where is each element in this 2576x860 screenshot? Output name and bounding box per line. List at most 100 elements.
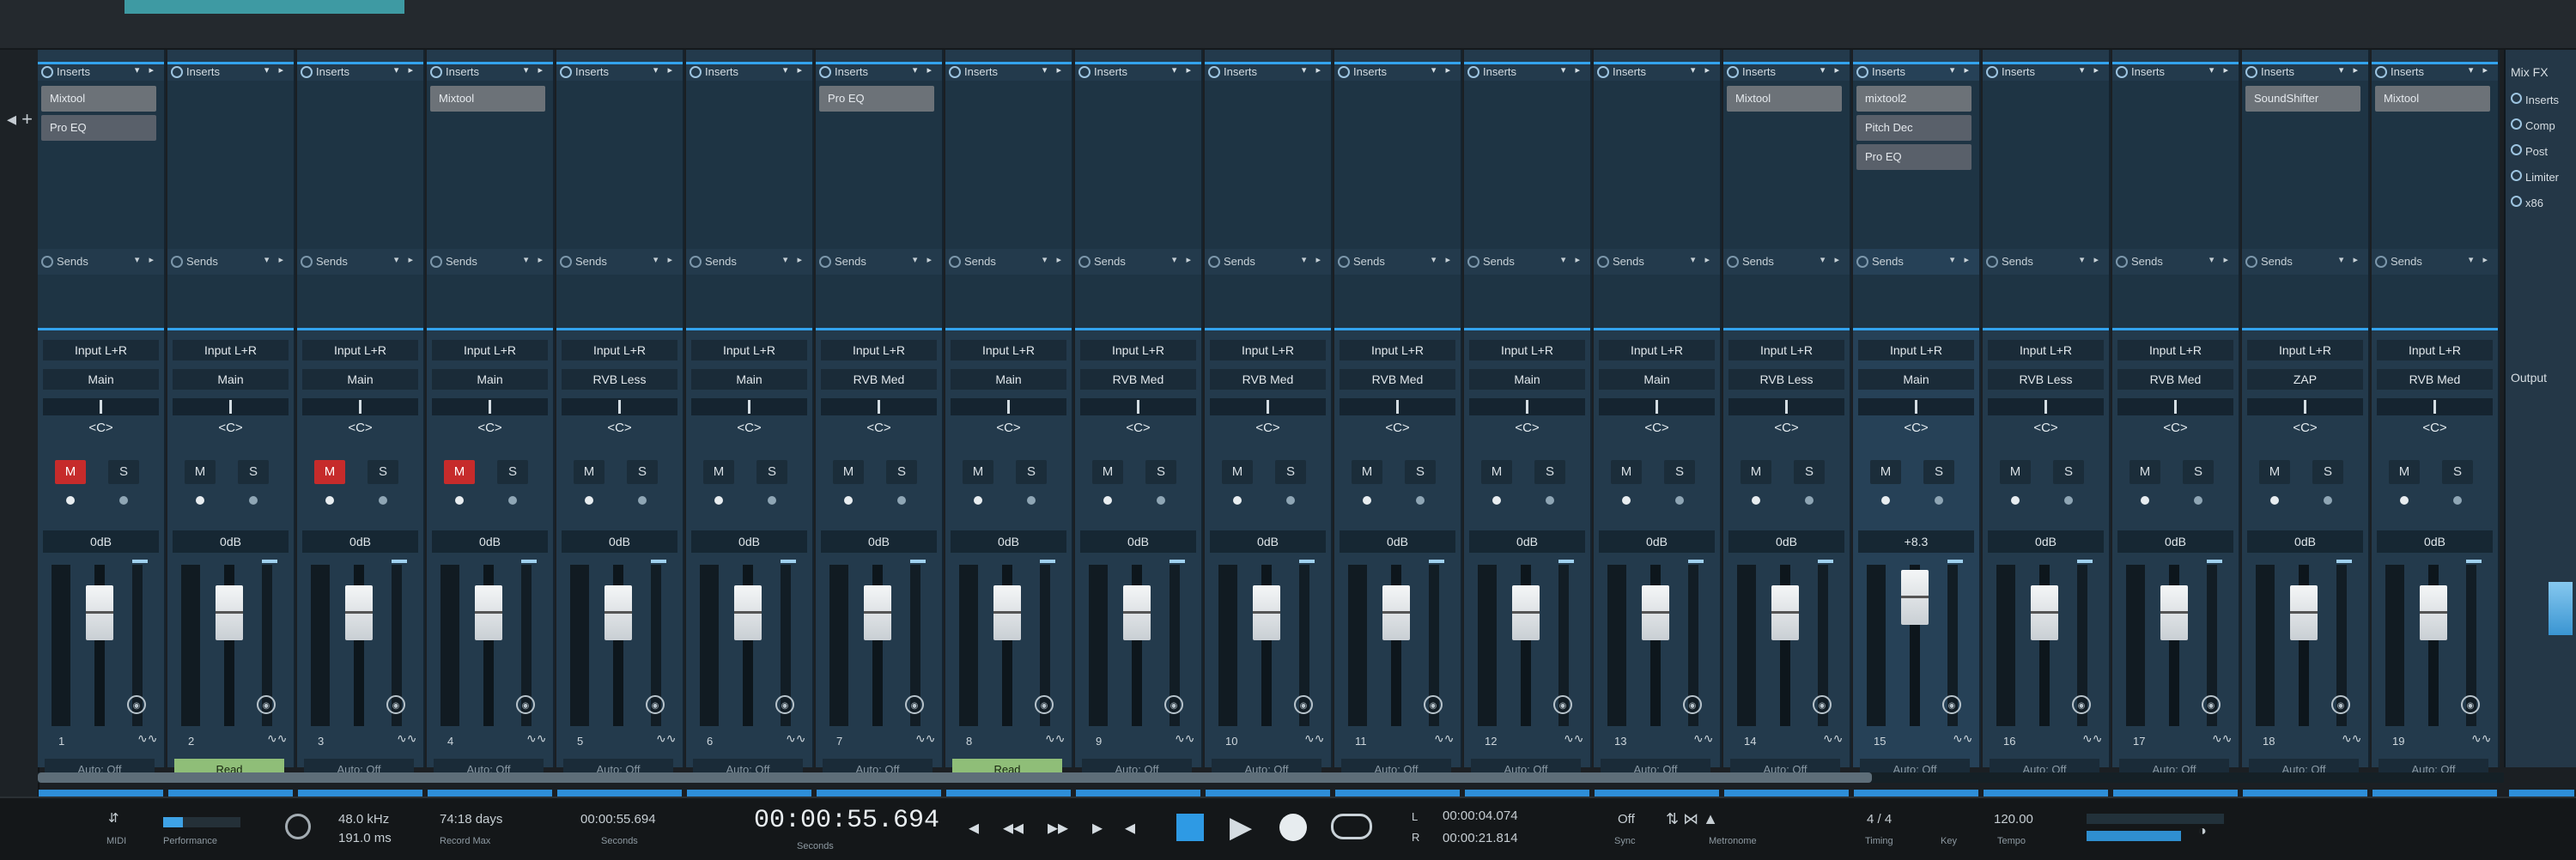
primary-time-unit[interactable]: Seconds	[797, 841, 834, 851]
inserts-header[interactable]: Inserts ▾ ▸	[2242, 62, 2368, 78]
inserts-rack[interactable]	[1594, 81, 1720, 249]
eq-icon[interactable]: ◉	[1164, 695, 1183, 714]
eq-icon[interactable]: ◉	[775, 695, 794, 714]
volume-value[interactable]: 0dB	[43, 530, 159, 553]
input-select[interactable]: Input L+R	[2377, 340, 2493, 360]
power-icon[interactable]	[819, 66, 831, 78]
waveform-icon[interactable]: ∿∿	[1564, 731, 1583, 746]
volume-value[interactable]: 0dB	[562, 530, 677, 553]
sends-header[interactable]: Sends ▾ ▸	[297, 254, 423, 268]
inserts-header[interactable]: Inserts ▾ ▸	[556, 62, 683, 78]
volume-fader[interactable]	[475, 585, 502, 640]
input-select[interactable]: Input L+R	[1988, 340, 2104, 360]
volume-value[interactable]: 0dB	[951, 530, 1066, 553]
sends-rack[interactable]	[1464, 275, 1590, 330]
sync-value[interactable]: Off	[1618, 812, 1635, 827]
output-select[interactable]: Main	[951, 369, 1066, 390]
monitor-icon[interactable]	[2453, 496, 2462, 505]
monitor-icon[interactable]	[1286, 496, 1295, 505]
insert-plugin-slot[interactable]: Mixtool	[1727, 86, 1842, 112]
eq-icon[interactable]: ◉	[1424, 695, 1443, 714]
waveform-icon[interactable]: ∿∿	[526, 731, 546, 746]
volume-value[interactable]: 0dB	[2247, 530, 2363, 553]
output-select[interactable]: Main	[302, 369, 418, 390]
inserts-rack[interactable]	[1464, 81, 1590, 249]
arrow-icon[interactable]: ▾ ▸	[913, 254, 935, 265]
rewind-icon[interactable]: ◂◂	[1003, 815, 1024, 840]
pan-slider[interactable]	[1469, 398, 1585, 415]
monitor-icon[interactable]	[768, 496, 776, 505]
eq-icon[interactable]: ◉	[1553, 695, 1572, 714]
return-to-zero-icon[interactable]: ◂	[969, 815, 979, 840]
input-select[interactable]: Input L+R	[2247, 340, 2363, 360]
inserts-header[interactable]: Inserts ▾ ▸	[2112, 62, 2239, 78]
record-arm-icon[interactable]	[974, 496, 982, 505]
mute-button[interactable]: M	[1870, 460, 1901, 484]
volume-fader[interactable]	[1901, 570, 1929, 625]
insert-plugin-slot[interactable]: Pitch Dec	[1856, 115, 1971, 141]
power-icon[interactable]	[1727, 256, 1739, 268]
sends-rack[interactable]	[1075, 275, 1201, 330]
solo-button[interactable]: S	[2183, 460, 2214, 484]
power-icon[interactable]	[430, 256, 442, 268]
inserts-rack[interactable]	[945, 81, 1072, 249]
sends-rack[interactable]	[816, 275, 942, 330]
volume-fader[interactable]	[993, 585, 1021, 640]
main-insert-slot[interactable]: Post	[2511, 142, 2576, 161]
arrow-icon[interactable]: ▾ ▸	[1302, 64, 1324, 76]
output-select[interactable]: Main	[43, 369, 159, 390]
sends-rack[interactable]	[427, 275, 553, 330]
inserts-rack[interactable]	[1205, 81, 1331, 249]
inserts-rack[interactable]	[1075, 81, 1201, 249]
arrow-icon[interactable]: ▾ ▸	[1042, 254, 1065, 265]
record-arm-icon[interactable]	[2400, 496, 2409, 505]
power-icon[interactable]	[1467, 256, 1479, 268]
volume-value[interactable]: 0dB	[1728, 530, 1844, 553]
volume-fader[interactable]	[2031, 585, 2058, 640]
eq-icon[interactable]: ◉	[1035, 695, 1054, 714]
power-icon[interactable]	[1338, 66, 1350, 78]
waveform-icon[interactable]: ∿∿	[1823, 731, 1843, 746]
mute-button[interactable]: M	[1352, 460, 1382, 484]
power-icon[interactable]	[2375, 256, 2387, 268]
arrow-icon[interactable]: ▾ ▸	[783, 254, 805, 265]
loop-end[interactable]: 00:00:21.814	[1443, 831, 1518, 845]
input-select[interactable]: Input L+R	[2117, 340, 2233, 360]
eq-icon[interactable]: ◉	[1683, 695, 1702, 714]
power-icon[interactable]	[2116, 66, 2128, 78]
monitor-icon[interactable]	[2324, 496, 2332, 505]
record-arm-icon[interactable]	[1752, 496, 1760, 505]
monitor-icon[interactable]	[1546, 496, 1554, 505]
record-arm-icon[interactable]	[1492, 496, 1501, 505]
volume-value[interactable]: 0dB	[1080, 530, 1196, 553]
input-select[interactable]: Input L+R	[1858, 340, 1974, 360]
power-icon[interactable]	[1597, 256, 1609, 268]
output-select[interactable]: RVB Med	[1340, 369, 1455, 390]
inserts-rack[interactable]: mixtool2 Pitch Dec Pro EQ	[1853, 81, 1979, 249]
sends-rack[interactable]	[1723, 275, 1850, 330]
mute-button[interactable]: M	[2000, 460, 2031, 484]
loop-button[interactable]	[1331, 814, 1372, 839]
sends-header[interactable]: Sends ▾ ▸	[1723, 254, 1850, 268]
stop-button[interactable]	[1176, 814, 1204, 841]
arrow-icon[interactable]: ▾ ▸	[1172, 64, 1194, 76]
mute-button[interactable]: M	[2389, 460, 2420, 484]
volume-fader[interactable]	[1382, 585, 1410, 640]
solo-button[interactable]: S	[1275, 460, 1306, 484]
output-select[interactable]: Main	[1858, 369, 1974, 390]
record-arm-icon[interactable]	[66, 496, 75, 505]
input-select[interactable]: Input L+R	[821, 340, 937, 360]
input-select[interactable]: Input L+R	[562, 340, 677, 360]
pan-slider[interactable]	[1599, 398, 1715, 415]
mute-button[interactable]: M	[2129, 460, 2160, 484]
arrow-icon[interactable]: ▾ ▸	[1042, 64, 1065, 76]
insert-plugin-slot[interactable]: Pro EQ	[1856, 144, 1971, 170]
sends-header[interactable]: Sends ▾ ▸	[427, 254, 553, 268]
volume-fader[interactable]	[605, 585, 632, 640]
pan-slider[interactable]	[1340, 398, 1455, 415]
sends-header[interactable]: Sends ▾ ▸	[1983, 254, 2109, 268]
mute-button[interactable]: M	[2259, 460, 2290, 484]
inserts-rack[interactable]	[556, 81, 683, 249]
skip-forward-icon[interactable]: ▸	[1092, 815, 1103, 840]
inserts-header[interactable]: Inserts ▾ ▸	[686, 62, 812, 78]
